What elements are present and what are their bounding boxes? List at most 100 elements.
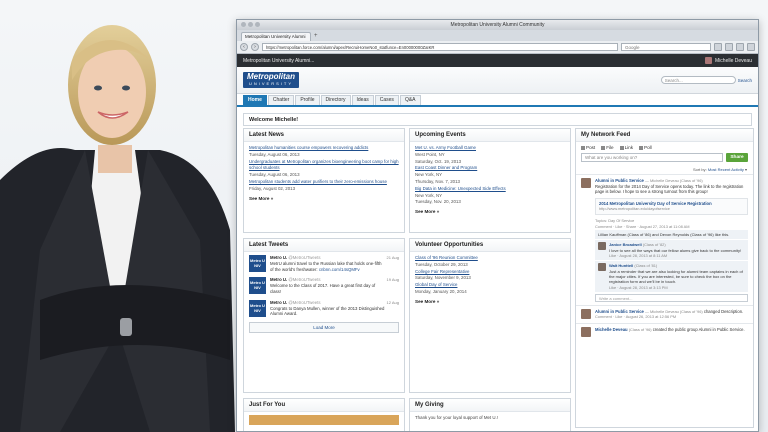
feed-post: Alumni in Public Service — Michelle Deve… <box>576 174 753 305</box>
tweet: Metro U NIV Metro U. @MetroUTweets Congra… <box>249 299 399 317</box>
feed-action-link[interactable]: Link <box>619 145 633 150</box>
comment-text: I love to see all the ways that our fell… <box>609 247 742 253</box>
see-more-link[interactable]: See More » <box>415 299 565 306</box>
comment-author[interactable]: Janice Broadwell <box>609 242 642 247</box>
volunteer-date: Monday, January 20, 2014 <box>415 288 467 294</box>
user-menu[interactable]: Michelle Deveau <box>705 57 752 64</box>
post-actions[interactable]: Comment · Like · Share · August 27, 2013… <box>595 224 689 229</box>
tweet-handle[interactable]: @MetroUTweets <box>288 255 320 260</box>
home-icon[interactable] <box>736 43 744 51</box>
tweet-author[interactable]: Metro U. <box>270 255 287 260</box>
feed-action-post[interactable]: Post <box>581 145 595 150</box>
avatar <box>598 242 606 251</box>
comment-meta[interactable]: Like · August 28, 2013 at 8:11 AM <box>609 253 667 258</box>
just-for-you-panel: Just For You <box>243 398 405 431</box>
volunteer-link[interactable]: Class of '96 Reunion Committee <box>415 255 565 262</box>
load-more-button[interactable]: Load More <box>249 322 399 334</box>
tab-chatter[interactable]: Chatter <box>267 95 295 105</box>
see-more-link[interactable]: See More » <box>415 209 565 216</box>
tweet-text: Congrats to Danya Mullen, winner of the … <box>270 305 385 317</box>
news-link[interactable]: Undergraduates at Metropolitan organizes… <box>249 159 399 173</box>
university-logo[interactable]: Metropolitan UNIVERSITY <box>243 72 299 88</box>
back-icon[interactable]: ‹ <box>240 43 248 51</box>
tweet-author[interactable]: Metro U. <box>270 277 287 282</box>
panel-title: Volunteer Opportunities <box>410 239 570 252</box>
share-button[interactable]: Share <box>726 153 748 162</box>
tab-cases[interactable]: Cases <box>374 95 399 105</box>
browser-search-input[interactable]: Google <box>621 43 711 51</box>
comment-author[interactable]: Walt Hunttell <box>609 263 633 268</box>
search-input[interactable]: Search... <box>660 76 736 84</box>
volunteer-link[interactable]: College Fair Representative <box>415 269 565 276</box>
sort-select[interactable]: Most Recent Activity <box>708 167 744 172</box>
event-link[interactable]: Met U. vs. Army Football Game <box>415 145 565 152</box>
panel-title: Latest Tweets <box>244 239 404 252</box>
window-control-icon[interactable] <box>255 22 260 27</box>
feed-action-file[interactable]: File <box>601 145 614 150</box>
post-text: Registration for the 2014 Day of Service… <box>595 183 744 195</box>
tweet-handle[interactable]: @MetroUTweets <box>288 277 320 282</box>
sort-control[interactable]: Sort by: Most Recent Activity ▾ <box>576 162 753 174</box>
event-link[interactable]: Big Data in Medicine: Unexpected Side Ef… <box>415 186 565 193</box>
tab-ideas[interactable]: Ideas <box>351 95 374 105</box>
browser-navbar: ‹ › https://metropolitan.force.com/alumn… <box>237 41 758 54</box>
link-url: http://www.metropolitan.edu/dayofservice <box>599 206 670 212</box>
volunteer-link[interactable]: Global Day of Service <box>415 282 565 289</box>
panel-title: Upcoming Events <box>410 129 570 142</box>
download-icon[interactable] <box>725 43 733 51</box>
site-bar: Metropolitan University Alumni... Michel… <box>237 54 758 67</box>
menu-icon[interactable] <box>747 43 755 51</box>
promo-banner[interactable] <box>249 415 399 425</box>
tweet-handle[interactable]: @MetroUTweets <box>288 300 320 305</box>
tab-profile[interactable]: Profile <box>295 95 320 105</box>
feed-actions: Post File Link Poll <box>576 142 753 153</box>
window-control-icon[interactable] <box>248 22 253 27</box>
volunteer-panel: Volunteer Opportunities Class of '96 Reu… <box>409 238 571 393</box>
tweet-author[interactable]: Metro U. <box>270 300 287 305</box>
post-icon <box>581 145 585 150</box>
search-button[interactable]: Search <box>738 78 752 83</box>
window-control-icon[interactable] <box>241 22 246 27</box>
forward-icon[interactable]: › <box>251 43 259 51</box>
link-title[interactable]: 2014 Metropolitan University Day of Serv… <box>599 201 712 206</box>
comment-meta[interactable]: Like · August 28, 2013 at 3:13 PM <box>609 285 668 290</box>
event-link[interactable]: East Coast Dinner and Program <box>415 165 565 172</box>
file-icon <box>601 145 606 150</box>
feed-post-input[interactable]: What are you working on? <box>581 153 723 162</box>
tweet-date: 19 Aug <box>386 277 399 283</box>
bookmark-icon[interactable] <box>714 43 722 51</box>
comment-input[interactable]: Write a comment... <box>595 293 748 302</box>
post-author[interactable]: Alumni in Public Service <box>595 178 644 183</box>
browser-tab[interactable]: Metropolitan University Alumni <box>241 32 311 41</box>
tweets-panel: Latest Tweets Metro U NIV Metro U. @Metr… <box>243 238 405 393</box>
news-link[interactable]: Metropolitan humanities course empowers … <box>249 145 399 152</box>
post-actions[interactable]: Comment · Like · August 26, 2013 at 12:5… <box>595 314 676 319</box>
tab-qa[interactable]: Q&A <box>399 95 421 105</box>
avatar <box>581 327 591 338</box>
see-more-link[interactable]: See More » <box>249 196 399 203</box>
news-date: Tuesday, August 06, 2013 <box>249 172 300 178</box>
welcome-banner: Welcome Michelle! <box>243 113 752 126</box>
address-bar[interactable]: https://metropolitan.force.com/alumni/ap… <box>262 43 618 51</box>
link-icon <box>619 145 624 150</box>
event-date: Thursday, Nov. 7, 2013 <box>415 178 460 184</box>
tab-home[interactable]: Home <box>243 95 267 105</box>
post-link-preview[interactable]: 2014 Metropolitan University Day of Serv… <box>595 197 748 215</box>
post-author[interactable]: Alumni in Public Service <box>595 309 644 314</box>
tab-directory[interactable]: Directory <box>320 95 351 105</box>
tweet-link[interactable]: cnbnn.com/14sQMFv <box>319 267 360 272</box>
tweet: Metro U NIV Metro U. @MetroUTweets Welcom… <box>249 277 399 295</box>
avatar <box>705 57 713 64</box>
event-place: New York, NY <box>415 172 443 178</box>
org-name: Metropolitan University Alumni... <box>243 57 315 64</box>
news-link[interactable]: Metropolitan students add water purifier… <box>249 179 399 186</box>
latest-news-panel: Latest News Metropolitan humanities cour… <box>243 128 405 233</box>
post-author[interactable]: Michelle Deveau <box>595 327 628 332</box>
post-byline: — Michelle Deveau (Class of '96) <box>645 178 703 183</box>
browser-tabbar: Metropolitan University Alumni + <box>237 30 758 41</box>
feed-action-poll[interactable]: Poll <box>639 145 652 150</box>
window-title: Metropolitan University Alumni Community <box>450 22 545 28</box>
new-tab-icon[interactable]: + <box>314 32 318 41</box>
post-topics[interactable]: Topics: Day Of Service <box>595 218 634 223</box>
avatar <box>581 178 591 188</box>
